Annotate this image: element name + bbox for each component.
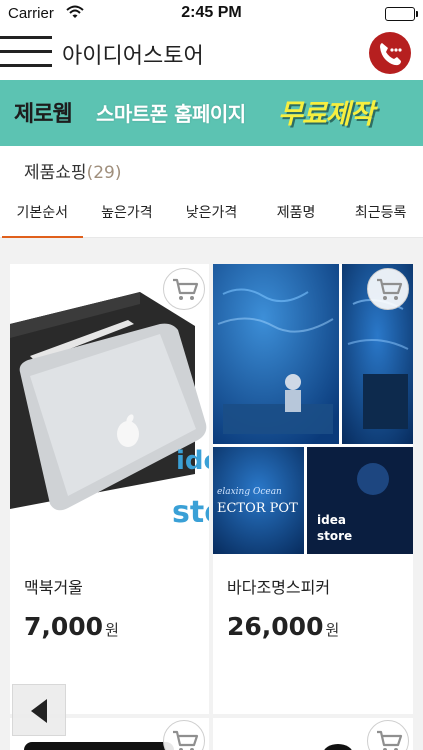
clock: 2:45 PM	[181, 4, 242, 21]
cart-icon	[173, 278, 199, 300]
status-bar: Carrier 2:45 PM	[0, 0, 423, 28]
tab-product-name[interactable]: 제품명	[254, 188, 339, 238]
app-title: 아이디어스토어	[62, 44, 204, 69]
banner-text: 스마트폰 홈페이지	[96, 102, 246, 126]
promo-banner[interactable]: 제로웹 스마트폰 홈페이지 무료제작	[0, 80, 423, 146]
product-count-number: (29)	[86, 163, 122, 183]
caption-projector: ECTOR POT	[217, 501, 298, 516]
product-count-row: 제품쇼핑(29)	[0, 150, 423, 188]
caption-store: sto	[172, 495, 209, 530]
banner-brand: 제로웹	[14, 102, 73, 127]
product-grid: ide sto 맥북거울 7,000원	[0, 238, 423, 750]
tab-label: 제품명	[276, 205, 316, 221]
tab-label: 기본순서	[16, 205, 69, 221]
cart-icon	[377, 278, 403, 300]
tab-label: 높은가격	[101, 205, 153, 221]
product-card-ocean-light-speaker[interactable]: elaxing Ocean ECTOR POT idea store 바다조명스…	[213, 264, 413, 714]
tab-label: 낮은가격	[185, 205, 238, 221]
product-name: 맥북거울	[24, 578, 83, 597]
product-count-label: 제품쇼핑(29)	[24, 158, 121, 183]
product-name: 바다조명스피커	[227, 578, 331, 597]
call-button[interactable]	[369, 32, 411, 74]
product-image	[24, 742, 174, 750]
price-currency: 원	[325, 621, 340, 639]
phone-icon	[380, 43, 402, 66]
add-to-cart-button[interactable]	[163, 720, 205, 750]
caption-store: store	[317, 529, 352, 543]
cart-icon	[377, 730, 403, 750]
cart-icon	[173, 730, 199, 750]
product-card-partial[interactable]	[213, 718, 413, 750]
banner-highlight: 무료제작	[278, 99, 374, 130]
caption-idea: ide	[176, 446, 209, 476]
hamburger-menu-icon[interactable]	[0, 32, 52, 72]
back-arrow-icon	[31, 699, 47, 723]
caption-idea: idea	[317, 513, 346, 527]
tab-price-high[interactable]: 높은가격	[85, 188, 170, 238]
price-currency: 원	[105, 621, 119, 639]
product-image	[323, 744, 353, 750]
product-count-title: 제품쇼핑	[24, 163, 87, 183]
battery-icon	[385, 7, 418, 21]
add-to-cart-button[interactable]	[163, 268, 205, 310]
caption-relaxing: elaxing Ocean	[217, 487, 282, 497]
back-button[interactable]	[12, 684, 66, 736]
tab-default-order[interactable]: 기본순서	[0, 188, 85, 239]
product-card-macbook-mirror[interactable]: ide sto 맥북거울 7,000원	[10, 264, 209, 714]
tab-recent[interactable]: 최근등록	[338, 188, 423, 238]
tab-label: 최근등록	[354, 205, 407, 221]
product-price: 7,000 원	[24, 612, 119, 641]
product-price: 26,000 원	[227, 612, 339, 641]
sort-tabs: 기본순서 높은가격 낮은가격 제품명 최근등록	[0, 188, 423, 239]
price-value: 26,000	[227, 612, 324, 641]
add-to-cart-button[interactable]	[367, 268, 409, 310]
add-to-cart-button[interactable]	[367, 720, 409, 750]
tab-price-low[interactable]: 낮은가격	[169, 188, 254, 238]
app-header: 아이디어스토어	[0, 28, 423, 76]
price-value: 7,000	[24, 612, 104, 641]
